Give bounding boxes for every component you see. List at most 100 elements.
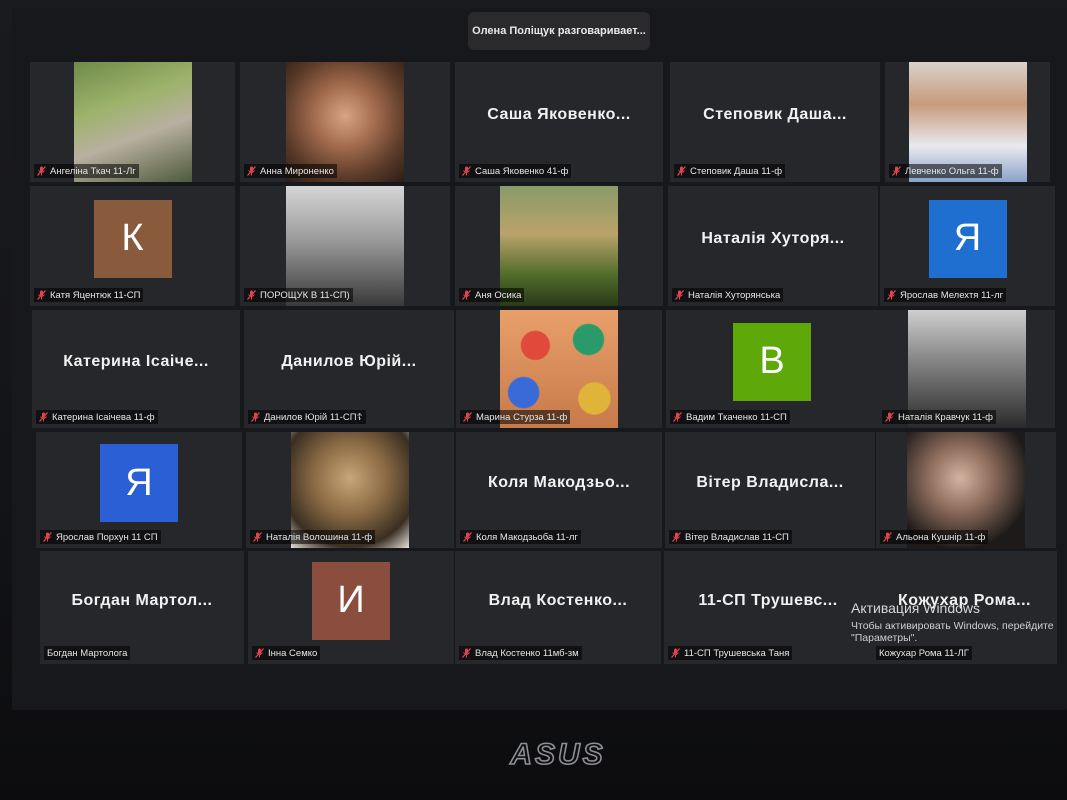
participant-name-label: Катерина Ісаічева 11-ф [36, 410, 158, 424]
svg-text:ASUS: ASUS [509, 738, 605, 771]
asus-logo: ASUS [509, 738, 605, 772]
participant-label-text: ПОРОЩУК В 11-СП) [260, 289, 350, 301]
participant-tile[interactable]: Данилов Юрій... Данилов Юрій 11-СП☦ [244, 310, 454, 428]
participant-name-label: Коля Макодзьоба 11-лг [460, 530, 581, 544]
participant-tile[interactable]: Я Ярослав Порхун 11 СП [36, 432, 242, 548]
participant-name-label: Ангеліна Ткач 11-Лг [34, 164, 139, 178]
active-speaker-banner: Олена Поліщук разговаривает... [468, 12, 650, 50]
mic-muted-icon [671, 648, 680, 658]
mic-muted-icon [462, 648, 471, 658]
mic-muted-icon [675, 290, 684, 300]
mic-muted-icon [672, 532, 681, 542]
participant-tile[interactable]: Наталія Кравчук 11-ф [878, 310, 1055, 428]
participant-name-label: Інна Семко [252, 646, 321, 660]
avatar: И [312, 561, 390, 640]
participant-tile[interactable]: Марина Стурза 11-ф [456, 310, 662, 428]
participant-display-name: 11-СП Трушевс... [698, 591, 838, 609]
windows-activation-line2: "Параметры". [851, 632, 918, 644]
mic-muted-icon [462, 290, 471, 300]
windows-activation-title: Активация Windows [851, 600, 981, 616]
windows-activation-line1: Чтобы активировать Windows, перейдите [851, 620, 1054, 632]
participant-tile[interactable]: 11-СП Трушевс... 11-СП Трушевська Таня [664, 551, 872, 664]
participant-label-text: Ярослав Мелехтя 11-лг [900, 289, 1004, 301]
participant-name-label: 11-СП Трушевська Таня [668, 646, 793, 660]
participant-label-text: Аня Осика [475, 289, 522, 301]
mic-muted-icon [462, 166, 471, 176]
participant-tile[interactable]: Вітер Владисла... Вітер Владислав 11-СП [665, 432, 875, 548]
participant-label-text: Влад Костенко 11мб-зм [475, 647, 579, 659]
participant-display-name: Наталія Хуторя... [701, 229, 845, 247]
participant-name-label: Ярослав Мелехтя 11-лг [884, 288, 1007, 302]
participant-tile[interactable]: Наталія Хуторя... Наталія Хуторянська [668, 186, 878, 306]
participant-display-name: Степовик Даша... [703, 105, 847, 123]
avatar: К [93, 199, 172, 278]
participant-tile[interactable]: Я Ярослав Мелехтя 11-лг [880, 186, 1055, 306]
participant-tile[interactable]: Наталія Волошина 11-ф [246, 432, 454, 548]
mic-muted-icon [43, 532, 52, 542]
participant-tile[interactable]: Альона Кушнір 11-ф [876, 432, 1056, 548]
participant-tile[interactable]: Анна Мироненко [240, 62, 450, 182]
participant-tile[interactable]: ПОРОЩУК В 11-СП) [240, 186, 450, 306]
participant-label-text: Наталія Волошина 11-ф [266, 531, 373, 543]
participant-label-text: Степовик Даша 11-ф [690, 165, 783, 177]
participant-name-label: Влад Костенко 11мб-зм [459, 646, 582, 660]
participant-label-text: Кожухар Рома 11-ЛГ [879, 647, 969, 659]
mic-muted-icon [887, 290, 896, 300]
participant-name-label: Анна Мироненко [244, 164, 337, 178]
mic-muted-icon [247, 166, 256, 176]
mic-muted-icon [673, 412, 682, 422]
participant-name-label: Катя Яцентюк 11-СП [34, 288, 144, 302]
participant-tile[interactable]: И Інна Семко [248, 551, 454, 664]
participant-label-text: Богдан Мартолога [47, 647, 128, 659]
participant-label-text: Саша Яковенко 41-ф [475, 165, 569, 177]
participant-label-text: Вітер Владислав 11-СП [685, 531, 789, 543]
mic-muted-icon [892, 166, 901, 176]
participant-tile[interactable]: Коля Макодзьо... Коля Макодзьоба 11-лг [456, 432, 662, 548]
participant-name-label: Вітер Владислав 11-СП [669, 530, 792, 544]
participant-tile[interactable]: Катерина Ісаіче... Катерина Ісаічева 11-ф [32, 310, 240, 428]
mic-muted-icon [37, 166, 46, 176]
participant-label-text: Наталія Хуторянська [688, 289, 781, 301]
participant-display-name: Саша Яковенко... [487, 105, 631, 123]
participant-label-text: Коля Макодзьоба 11-лг [476, 531, 578, 543]
participant-label-text: Данилов Юрій 11-СП☦ [264, 411, 363, 423]
participant-display-name: Вітер Владисла... [696, 474, 844, 492]
participant-name-label: Наталія Волошина 11-ф [250, 530, 376, 544]
participant-name-label: Наталія Хуторянська [672, 288, 784, 302]
participant-label-text: Інна Семко [268, 647, 318, 659]
participant-tile[interactable]: К Катя Яцентюк 11-СП [30, 186, 235, 306]
participant-tile[interactable]: Ангеліна Ткач 11-Лг [30, 62, 235, 182]
participant-name-label: ПОРОЩУК В 11-СП) [244, 288, 353, 302]
participant-label-text: Марина Стурза 11-ф [476, 411, 568, 423]
mic-muted-icon [463, 412, 472, 422]
avatar: Я [928, 199, 1007, 278]
participant-label-text: Катерина Ісаічева 11-ф [52, 411, 155, 423]
mic-muted-icon [677, 166, 686, 176]
participant-tile[interactable]: Богдан Мартол... Богдан Мартолога [40, 551, 244, 664]
participant-label-text: Альона Кушнір 11-ф [896, 531, 986, 543]
participant-tile[interactable]: В Вадим Ткаченко 11-СП [666, 310, 878, 428]
participant-name-label: Вадим Ткаченко 11-СП [670, 410, 790, 424]
participant-name-label: Саша Яковенко 41-ф [459, 164, 572, 178]
participant-tile[interactable]: Степовик Даша... Степовик Даша 11-ф [670, 62, 880, 182]
mic-muted-icon [463, 532, 472, 542]
participant-display-name: Влад Костенко... [488, 591, 628, 609]
participant-label-text: Наталія Кравчук 11-ф [898, 411, 993, 423]
windows-activation-watermark: Активация Windows Чтобы активировать Win… [851, 600, 1061, 644]
participant-name-label: Степовик Даша 11-ф [674, 164, 786, 178]
participant-tile[interactable]: Саша Яковенко... Саша Яковенко 41-ф [455, 62, 663, 182]
participant-tile[interactable]: Аня Осика [455, 186, 663, 306]
participant-name-label: Альона Кушнір 11-ф [880, 530, 989, 544]
participant-label-text: Ярослав Порхун 11 СП [56, 531, 158, 543]
participant-tile[interactable]: Левченко Ольга 11-ф [885, 62, 1050, 182]
participant-label-text: 11-СП Трушевська Таня [684, 647, 790, 659]
participant-display-name: Коля Макодзьо... [487, 474, 631, 492]
mic-muted-icon [247, 290, 256, 300]
participant-tile[interactable]: Влад Костенко... Влад Костенко 11мб-зм [455, 551, 661, 664]
participant-name-label: Богдан Мартолога [44, 646, 131, 660]
mic-muted-icon [885, 412, 894, 422]
participant-label-text: Катя Яцентюк 11-СП [50, 289, 141, 301]
participant-name-label: Ярослав Порхун 11 СП [40, 530, 161, 544]
mic-muted-icon [883, 532, 892, 542]
participant-label-text: Вадим Ткаченко 11-СП [686, 411, 787, 423]
